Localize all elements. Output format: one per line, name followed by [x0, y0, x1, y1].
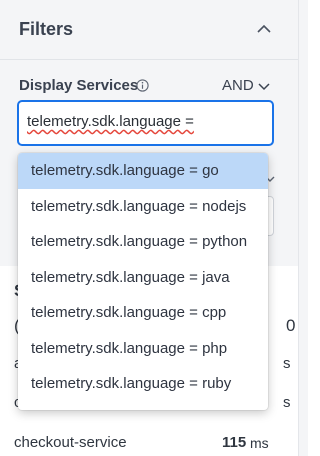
count-fragment: 0	[286, 316, 296, 335]
service-latency-unit: ms	[250, 435, 269, 451]
suggestion-option[interactable]: telemetry.sdk.language = python	[18, 224, 268, 260]
display-services-label: Display Services	[19, 77, 139, 94]
query-text: telemetry.sdk.language =	[27, 113, 194, 130]
suggestions-dropdown: telemetry.sdk.language = go telemetry.sd…	[18, 153, 268, 410]
suggestion-option[interactable]: telemetry.sdk.language = cpp	[18, 295, 268, 331]
list-item-fragment: s	[283, 394, 291, 411]
scrollbar-track[interactable]	[298, 0, 308, 456]
service-name[interactable]: checkout-service	[14, 434, 127, 451]
filters-header[interactable]: Filters	[0, 0, 298, 60]
suggestion-option[interactable]: telemetry.sdk.language = java	[18, 260, 268, 296]
chevron-up-icon[interactable]	[255, 22, 273, 36]
suggestion-option[interactable]: telemetry.sdk.language = go	[18, 153, 268, 189]
chevron-down-icon[interactable]	[257, 81, 271, 91]
info-icon[interactable]	[136, 79, 149, 92]
suggestion-option[interactable]: telemetry.sdk.language = ruby	[18, 366, 268, 402]
list-item-fragment: s	[283, 355, 291, 372]
suggestion-option[interactable]: telemetry.sdk.language = php	[18, 331, 268, 367]
suggestion-option[interactable]: telemetry.sdk.language = nodejs	[18, 189, 268, 225]
service-latency-value: 115	[222, 434, 247, 451]
filters-title: Filters	[19, 19, 74, 39]
service-query-input[interactable]: telemetry.sdk.language =	[17, 100, 274, 146]
filters-panel: Filters Display Services AND telemetry.s…	[0, 0, 308, 456]
logic-operator-select[interactable]: AND	[222, 77, 254, 94]
